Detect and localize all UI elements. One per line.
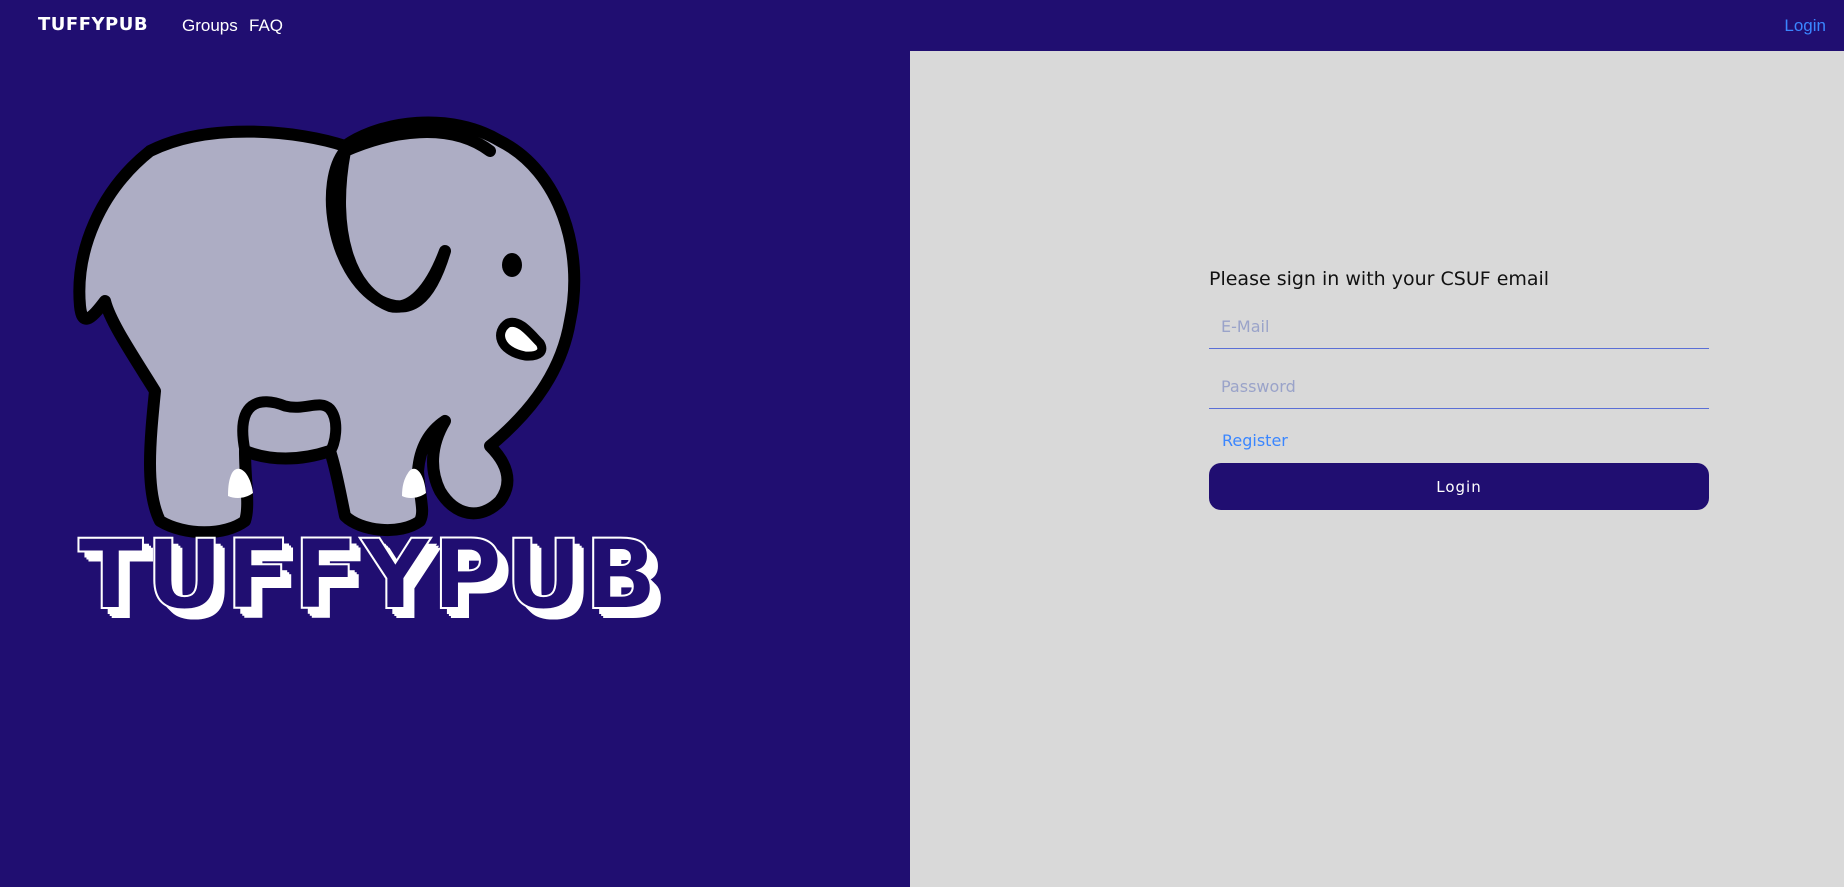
nav-faq-link[interactable]: FAQ [249,16,283,36]
form-title: Please sign in with your CSUF email [1209,268,1550,290]
login-button[interactable]: Login [1209,463,1709,510]
nav-groups-link[interactable]: Groups [182,16,238,36]
top-navbar: TUFFYPUB Groups FAQ Login [0,0,1844,51]
login-panel: Please sign in with your CSUF email Regi… [910,51,1844,887]
password-field[interactable] [1209,365,1709,409]
login-form: Please sign in with your CSUF email Regi… [1209,267,1709,510]
hero-wordmark: TUFFYPUB [77,519,660,631]
brand-logo-link[interactable]: TUFFYPUB [38,14,148,35]
email-field[interactable] [1209,305,1709,349]
nav-login-link[interactable]: Login [1784,16,1826,36]
register-link[interactable]: Register [1222,431,1288,450]
hero-panel: TUFFYPUB [0,51,910,887]
